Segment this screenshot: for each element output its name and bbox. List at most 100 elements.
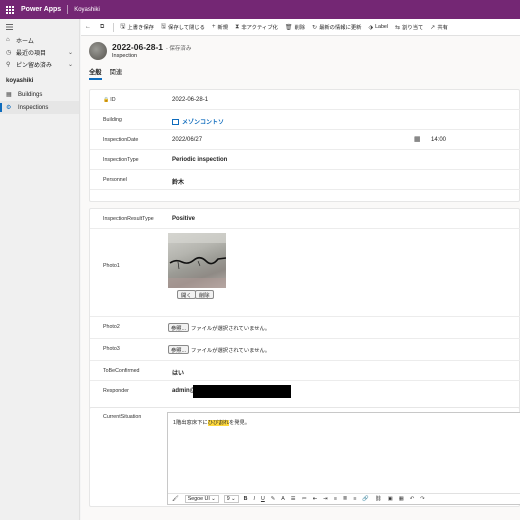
back-button[interactable]: ← xyxy=(85,24,93,30)
save-label: 上書き保存 xyxy=(127,25,154,31)
table-insert-icon[interactable]: ▦ xyxy=(399,496,404,502)
format-painter-icon[interactable]: 🖌 xyxy=(172,496,179,502)
font-size-select[interactable]: 9 ⌄ xyxy=(223,495,239,503)
hamburger-menu-icon[interactable] xyxy=(0,19,79,34)
responder-value[interactable]: admin@ xyxy=(172,388,196,394)
personnel-input[interactable]: 鈴木 xyxy=(172,177,184,186)
nav-item-pinned[interactable]: ⚲ ピン留め済み ⌄ xyxy=(0,58,79,70)
nav-group-title: koyashiki xyxy=(6,78,34,84)
field-label-photo3: Photo3 xyxy=(103,346,120,352)
numbered-list-icon[interactable]: ≔ xyxy=(302,496,307,502)
open-new-window-button[interactable]: ⧉ xyxy=(100,24,106,31)
bold-icon[interactable]: B xyxy=(244,496,248,502)
chevron-down-icon[interactable]: ⌄ xyxy=(68,49,73,56)
field-label-situation: CurrentSituation xyxy=(103,414,142,420)
highlight-icon[interactable]: ✎ xyxy=(271,496,275,502)
field-label-photo1: Photo1 xyxy=(103,263,120,269)
app-launcher-icon[interactable] xyxy=(0,0,19,19)
delete-button[interactable]: 🗑 削除 xyxy=(284,23,305,32)
editor-toolbar: 🖌 Segoe UI ⌄ 9 ⌄ B I U ✎ A ☰ ≔ ⇤ ⇥ ≡ ≣ ≡… xyxy=(168,493,520,504)
app-name[interactable]: Power Apps xyxy=(21,6,61,13)
increase-indent-icon[interactable]: ⇥ xyxy=(323,496,327,502)
bullet-list-icon[interactable]: ☰ xyxy=(291,496,296,502)
image-icon[interactable]: ▣ xyxy=(388,496,393,502)
assign-button[interactable]: ⇆ 割り当て xyxy=(395,23,424,32)
pin-icon: ⚲ xyxy=(6,61,11,68)
assign-icon: ⇆ xyxy=(395,24,401,31)
environment-name[interactable]: Koyashiki xyxy=(74,7,100,13)
decrease-indent-icon[interactable]: ⇤ xyxy=(313,496,317,502)
delete-photo-button[interactable]: 削除 xyxy=(195,290,214,299)
field-label-type: InspectionType xyxy=(103,157,139,163)
unlink-icon[interactable]: ⛓ xyxy=(375,496,382,502)
field-row-confirmed: ToBeConfirmed はい xyxy=(90,361,520,381)
browse-button[interactable]: 参照... xyxy=(168,345,190,354)
building-lookup-link[interactable]: メゾンコントソ xyxy=(172,117,224,126)
align-center-icon[interactable]: ≣ xyxy=(343,496,347,502)
nav-item-home[interactable]: ⌂ ホーム xyxy=(0,34,79,46)
result-type-select[interactable]: Positive xyxy=(172,216,195,222)
label-label: Label xyxy=(375,24,389,30)
align-right-icon[interactable]: ≡ xyxy=(353,496,356,502)
redaction-bar xyxy=(193,385,291,398)
plus-icon: + xyxy=(211,24,216,30)
open-photo-button[interactable]: 開く xyxy=(177,290,196,299)
confirmed-toggle[interactable]: はい xyxy=(172,368,184,377)
assign-label: 割り当て xyxy=(402,25,424,31)
header-divider xyxy=(67,5,69,14)
refresh-button[interactable]: ↻ 最新の情報に更新 xyxy=(312,23,361,32)
sidebar: ⌂ ホーム ◷ 最近の項目 ⌄ ⚲ ピン留め済み ⌄ koyashiki ▦ B… xyxy=(0,19,80,520)
field-row-personnel: Personnel 鈴木 xyxy=(90,170,520,190)
popout-icon: ⧉ xyxy=(100,23,105,30)
inspection-type-select[interactable]: Periodic inspection xyxy=(172,157,227,163)
field-row-type: InspectionType Periodic inspection xyxy=(90,150,520,170)
font-family-select[interactable]: Segoe UI ⌄ xyxy=(184,495,219,503)
chevron-down-icon[interactable]: ⌄ xyxy=(68,61,73,68)
sidebar-item-inspections[interactable]: ⚙ Inspections xyxy=(0,101,79,114)
record-icon xyxy=(172,118,179,125)
record-image[interactable] xyxy=(89,42,107,60)
font-color-icon[interactable]: A xyxy=(281,496,285,502)
result-section: InspectionResultType Positive Photo1 開く … xyxy=(89,208,520,415)
trash-icon: 🗑 xyxy=(284,24,293,31)
share-label: 共有 xyxy=(437,25,448,31)
field-label-confirmed: ToBeConfirmed xyxy=(103,368,140,374)
redo-icon[interactable]: ↷ xyxy=(420,496,424,502)
field-label-personnel: Personnel xyxy=(103,177,127,183)
tab-related[interactable]: 関連 xyxy=(110,67,123,80)
no-file-text: ファイルが選択されていません。 xyxy=(191,325,271,332)
form-tabs: 全般 関連 xyxy=(89,67,130,80)
nav-item-label: ピン留め済み xyxy=(16,62,53,69)
photo3-file-input[interactable]: 参照... ファイルが選択されていません。 xyxy=(168,345,270,354)
nav-item-recent[interactable]: ◷ 最近の項目 ⌄ xyxy=(0,46,79,58)
label-button[interactable]: ⬗ Label xyxy=(368,24,388,31)
italic-icon[interactable]: I xyxy=(253,496,254,502)
record-header: 2022-06-28-1- 保存済み Inspection 全般 関連 xyxy=(81,36,520,88)
editor-content[interactable]: 1階出窓床下にひび割れを発見。 xyxy=(173,418,250,426)
tab-general[interactable]: 全般 xyxy=(89,67,102,80)
rich-text-editor[interactable]: 1階出窓床下にひび割れを発見。 🖌 Segoe UI ⌄ 9 ⌄ B I U ✎… xyxy=(167,412,520,505)
id-value[interactable]: 2022-06-28-1 xyxy=(172,97,208,103)
new-button[interactable]: + 新規 xyxy=(212,23,228,31)
photo2-file-input[interactable]: 参照... ファイルが選択されていません。 xyxy=(168,323,270,332)
link-icon[interactable]: 🔗 xyxy=(362,496,369,502)
calendar-icon[interactable]: ▦ xyxy=(414,135,421,143)
photo1-image[interactable] xyxy=(168,233,226,288)
save-close-icon: 🖫 xyxy=(160,24,167,30)
situation-section: CurrentSituation 1階出窓床下にひび割れを発見。 🖌 Segoe… xyxy=(89,407,520,507)
browse-button[interactable]: 参照... xyxy=(168,323,190,332)
save-and-close-button[interactable]: 🖫 保存して閉じる xyxy=(161,22,205,32)
save-button[interactable]: 🖫 上書き保存 xyxy=(120,22,154,32)
sidebar-item-label: Inspections xyxy=(18,104,49,111)
save-icon: 🖫 xyxy=(120,24,126,30)
inspections-icon: ⚙ xyxy=(6,105,12,111)
align-left-icon[interactable]: ≡ xyxy=(334,496,337,502)
field-row-id: 🔒ID 2022-06-28-1 xyxy=(90,90,520,110)
share-button[interactable]: ↗ 共有 xyxy=(430,23,448,32)
undo-icon[interactable]: ↶ xyxy=(410,496,414,502)
time-input[interactable]: 14:00 xyxy=(431,137,446,143)
underline-icon[interactable]: U xyxy=(261,496,265,502)
sidebar-item-buildings[interactable]: ▦ Buildings xyxy=(0,88,79,101)
date-input[interactable]: 2022/06/27 xyxy=(172,137,202,143)
deactivate-button[interactable]: ⧗ 非アクティブ化 xyxy=(235,23,278,32)
